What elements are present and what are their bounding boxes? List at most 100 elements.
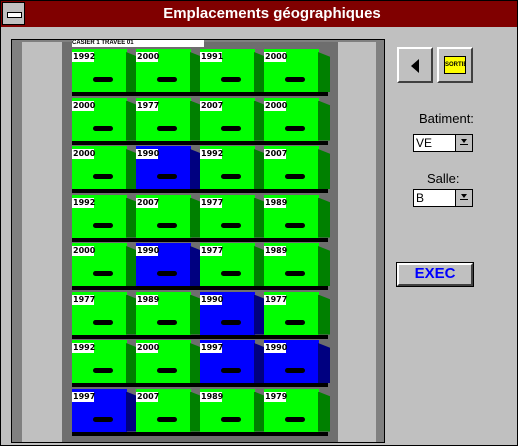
archive-box-year: 1989 (136, 294, 160, 305)
chevron-down-icon (461, 139, 467, 143)
archive-box[interactable]: 1992 (72, 49, 138, 92)
box-handle-icon (221, 368, 241, 373)
salle-select[interactable]: B (413, 189, 473, 207)
box-handle-icon (285, 368, 305, 373)
archive-box-year: 2000 (72, 100, 96, 111)
batiment-select[interactable]: VE (413, 134, 473, 152)
archive-box[interactable]: 2007 (264, 146, 330, 189)
archive-box-year: 2000 (136, 52, 160, 62)
archive-box[interactable]: 2000 (72, 243, 138, 286)
archive-box-side (318, 343, 330, 383)
cabinet-label: CASIER 1 TRAVEE 01 (72, 40, 204, 47)
archive-box-side (318, 391, 330, 432)
shelf-rail (72, 286, 328, 290)
archive-box[interactable]: 1977 (136, 97, 202, 141)
salle-value: B (416, 191, 425, 205)
archive-box[interactable]: 1991 (200, 49, 266, 92)
system-menu-button[interactable] (2, 2, 25, 25)
archive-box-year: 1989 (264, 246, 288, 256)
box-handle-icon (285, 271, 305, 276)
box-handle-icon (221, 174, 241, 179)
archive-box[interactable]: 1989 (136, 291, 202, 335)
archive-box[interactable]: 1977 (72, 291, 138, 335)
box-handle-icon (157, 319, 177, 325)
box-handle-icon (285, 125, 305, 131)
archive-box[interactable]: 1989 (264, 194, 330, 238)
salle-label: Salle: (427, 171, 460, 186)
archive-box[interactable]: 1990 (264, 340, 330, 383)
archive-box-year: 2007 (200, 100, 224, 111)
box-handle-icon (93, 368, 113, 373)
batiment-value: VE (416, 136, 433, 150)
archive-box[interactable]: 2007 (136, 388, 202, 432)
batiment-dropdown-button[interactable] (455, 134, 473, 152)
box-handle-icon (93, 271, 113, 276)
exec-button-label: EXEC (414, 265, 456, 282)
archive-box[interactable]: 1997 (72, 388, 138, 432)
archive-box[interactable]: 2007 (136, 194, 202, 238)
archive-box-year: 2000 (136, 343, 160, 353)
archive-box-year: 1979 (264, 391, 288, 402)
archive-box[interactable]: 2000 (136, 49, 202, 92)
box-handle-icon (93, 319, 113, 325)
archive-box[interactable]: 1990 (136, 146, 202, 189)
archive-box-year: 1990 (200, 294, 224, 305)
shelf-rail (72, 189, 328, 193)
box-handle-icon (157, 271, 177, 276)
archive-box[interactable]: 2000 (264, 49, 330, 92)
archive-box[interactable]: 2000 (136, 340, 202, 383)
archive-box-year: 2007 (136, 391, 160, 402)
archive-box[interactable]: 1989 (264, 243, 330, 286)
archive-box-side (318, 100, 330, 141)
cabinet: CASIER 1 TRAVEE 01 1992 2000 1991 2000 2000 1… (62, 40, 338, 442)
shelf-rail (72, 140, 328, 145)
box-handle-icon (221, 271, 241, 276)
archive-box[interactable]: 1992 (72, 340, 138, 383)
archive-box-year: 1992 (72, 197, 96, 208)
box-handle-icon (285, 319, 305, 325)
shelf-background: CASIER 1 TRAVEE 01 1992 2000 1991 2000 2000 1… (22, 40, 376, 442)
archive-box[interactable]: 2000 (72, 146, 138, 189)
archive-box-side (318, 197, 330, 238)
archive-box-year: 1990 (136, 149, 160, 159)
arrow-left-icon (411, 59, 419, 73)
archive-box-year: 1991 (200, 52, 224, 62)
salle-dropdown-button[interactable] (455, 189, 473, 207)
archive-box[interactable]: 2000 (264, 97, 330, 141)
archive-box[interactable]: 1977 (200, 194, 266, 238)
box-handle-icon (157, 77, 177, 82)
archive-box-year: 1977 (200, 246, 224, 256)
archive-box-year: 1992 (200, 149, 224, 159)
previous-button[interactable] (397, 47, 433, 83)
archive-box[interactable]: 1977 (200, 243, 266, 286)
archive-box-year: 1992 (72, 343, 96, 353)
app-window: Emplacements géographiques CASIER 1 TRAV… (0, 0, 518, 446)
archive-box-year: 2000 (264, 52, 288, 62)
archive-box[interactable]: 2000 (72, 97, 138, 141)
archive-box-year: 1990 (264, 343, 288, 353)
shelf-rail (72, 237, 328, 242)
archive-box[interactable]: 1992 (72, 194, 138, 238)
client-area: CASIER 1 TRAVEE 01 1992 2000 1991 2000 2000 1… (1, 27, 517, 445)
box-handle-icon (157, 174, 177, 179)
archive-box[interactable]: 1992 (200, 146, 266, 189)
exit-icon: SORTIE (444, 56, 466, 74)
chevron-down-icon (461, 194, 467, 198)
archive-box[interactable]: 2007 (200, 97, 266, 141)
box-handle-icon (221, 416, 241, 422)
archive-box[interactable]: 1990 (136, 243, 202, 286)
box-handle-icon (157, 416, 177, 422)
archive-box-year: 1992 (72, 52, 96, 62)
exec-button[interactable]: EXEC (396, 262, 474, 287)
box-handle-icon (93, 222, 113, 228)
exit-button[interactable]: SORTIE (437, 47, 473, 83)
archive-box[interactable]: 1997 (200, 340, 266, 383)
archive-box[interactable]: 1979 (264, 388, 330, 432)
archive-box[interactable]: 1989 (200, 388, 266, 432)
box-handle-icon (157, 222, 177, 228)
box-handle-icon (285, 222, 305, 228)
box-handle-icon (93, 174, 113, 179)
archive-box[interactable]: 1990 (200, 291, 266, 335)
archive-box[interactable]: 1977 (264, 291, 330, 335)
archive-box-year: 2007 (264, 149, 288, 159)
